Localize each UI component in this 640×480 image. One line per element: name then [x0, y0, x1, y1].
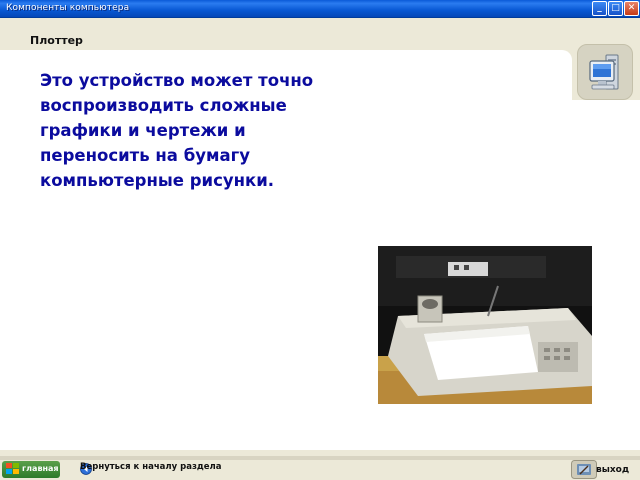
- exit-button[interactable]: [571, 460, 597, 479]
- maximize-icon: □: [611, 3, 620, 13]
- description-text: Это устройство может точно воспроизводит…: [40, 71, 314, 190]
- home-button[interactable]: главная: [2, 461, 60, 478]
- close-icon: ✕: [627, 3, 636, 13]
- plotter-photo: [378, 246, 592, 404]
- window-title-bar: Компоненты компьютера _ □ ✕: [0, 0, 640, 18]
- minimize-icon: _: [597, 3, 602, 13]
- window-title: Компоненты компьютера: [6, 3, 130, 13]
- exit-label[interactable]: выход: [596, 465, 629, 475]
- close-button[interactable]: ✕: [624, 1, 639, 16]
- back-to-section-link[interactable]: Вернуться к началу раздела: [80, 462, 221, 472]
- exit-icon: [577, 464, 591, 475]
- back-link-label: Вернуться к началу раздела: [80, 462, 222, 472]
- minimize-button[interactable]: _: [592, 1, 607, 16]
- windows-logo-icon: [6, 463, 19, 474]
- computer-icon: [589, 54, 619, 90]
- page-title: Плоттер: [30, 34, 83, 47]
- computer-icon-tile[interactable]: [577, 44, 633, 100]
- maximize-button[interactable]: □: [608, 1, 623, 16]
- home-button-label: главная: [22, 464, 59, 473]
